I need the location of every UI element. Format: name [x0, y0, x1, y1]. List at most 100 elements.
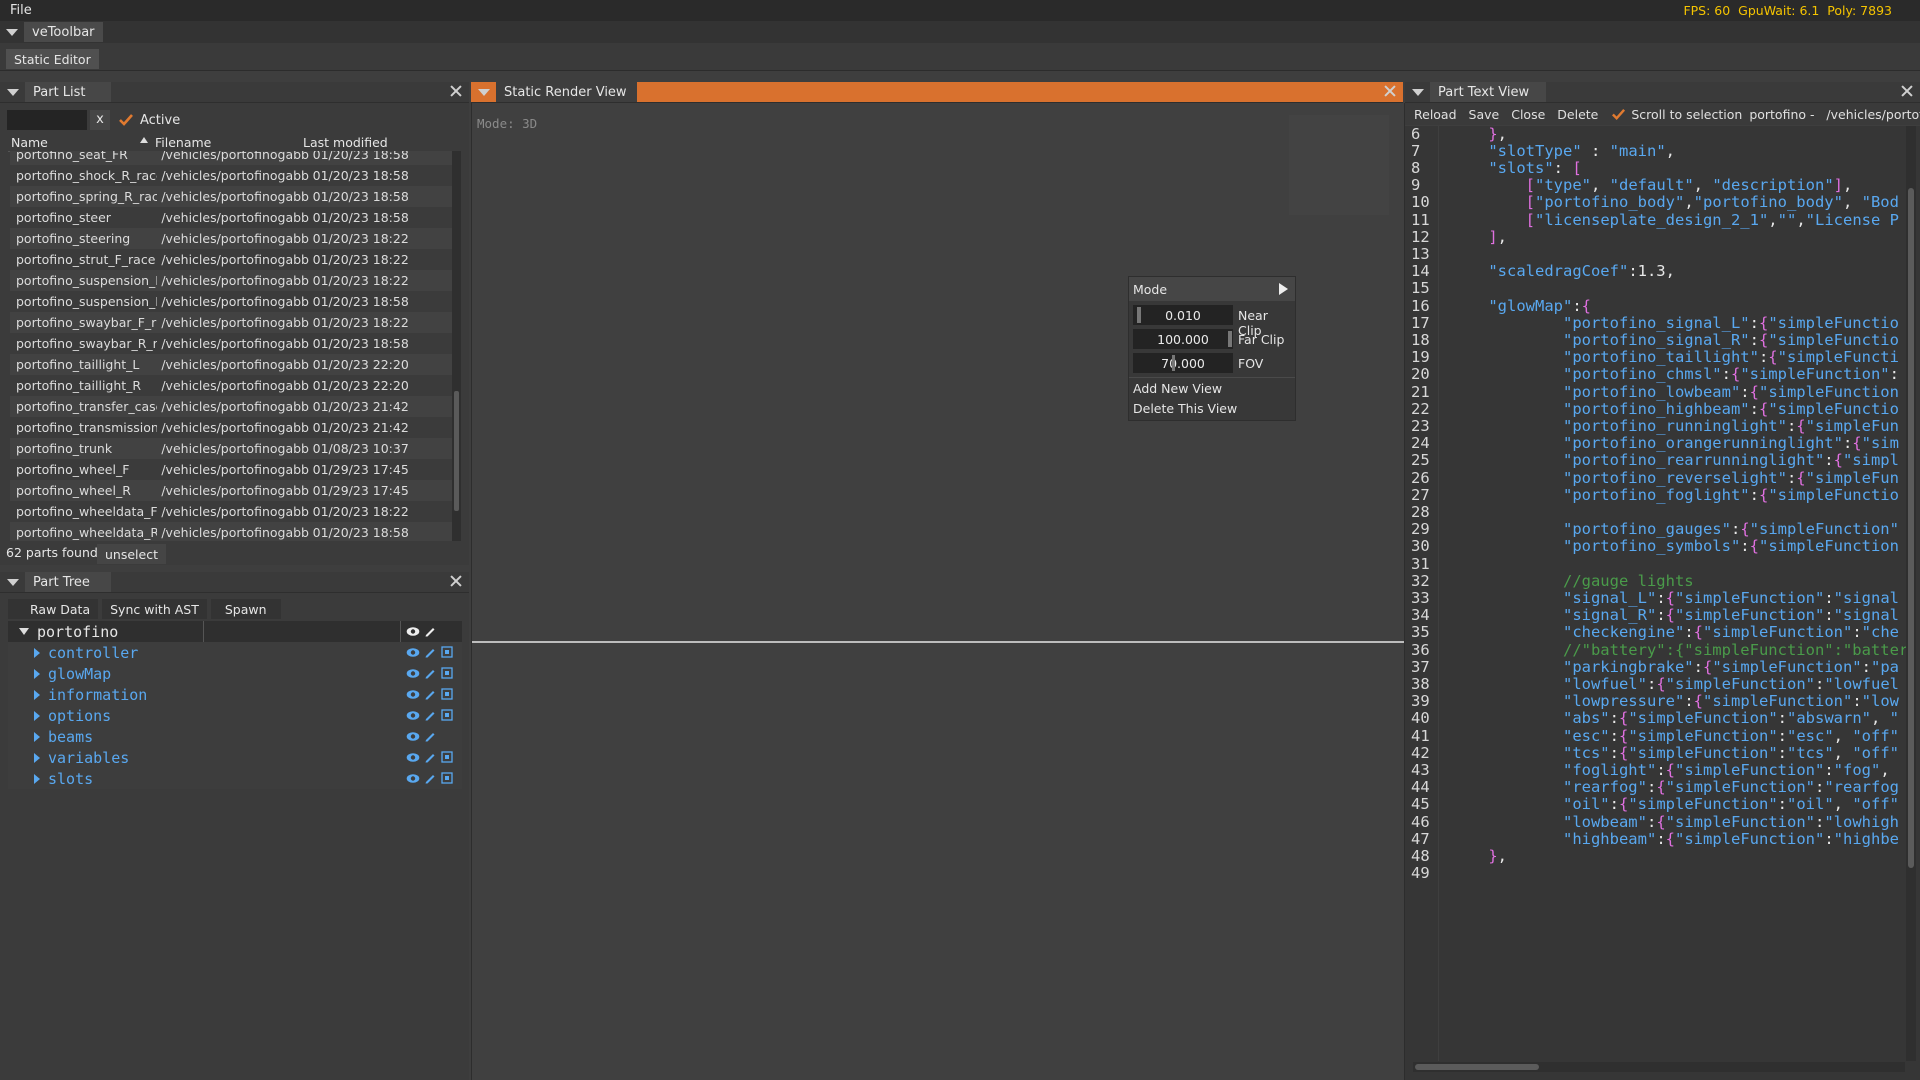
tree-node-information[interactable]: information [8, 684, 462, 705]
table-row[interactable]: portofino_wheel_R/vehicles/portofinogabb… [10, 480, 452, 501]
expand-right-icon[interactable] [34, 710, 40, 721]
close-icon[interactable] [1383, 84, 1397, 98]
fov-slider-handle[interactable] [1172, 355, 1175, 371]
expand-right-icon[interactable] [34, 773, 40, 784]
code-editor[interactable]: 6 }, 7 "slotType" : "main", 8 "slots": [9 … [1405, 126, 1920, 1080]
clear-filter-button[interactable]: x [90, 110, 110, 130]
horizontal-scrollbar[interactable] [1413, 1062, 1905, 1072]
table-row[interactable]: portofino_trunk/vehicles/portofinogabbc 0… [10, 438, 452, 459]
eye-icon[interactable] [406, 668, 420, 683]
eye-icon[interactable] [406, 710, 420, 725]
edit-pencil-icon[interactable] [424, 688, 436, 704]
eye-icon[interactable] [406, 626, 420, 641]
far-clip-field[interactable]: 100.000 [1133, 329, 1233, 349]
filter-input[interactable] [7, 110, 87, 130]
near-clip-slider-handle[interactable] [1137, 307, 1141, 323]
edit-pencil-icon[interactable] [424, 625, 436, 641]
expand-right-icon[interactable] [34, 668, 40, 679]
unselect-button[interactable]: unselect [97, 544, 166, 564]
table-row[interactable]: portofino_steer/vehicles/portofinogabbc 0… [10, 207, 452, 228]
tree-node-slots[interactable]: slots [8, 768, 462, 789]
table-row[interactable]: portofino_spring_R_race/vehicles/portofi… [10, 186, 452, 207]
table-row[interactable]: portofino_swaybar_F_rac/vehicles/portofi… [10, 312, 452, 333]
scroll-check-icon[interactable] [1611, 107, 1626, 121]
delete-button[interactable]: Delete [1557, 107, 1598, 122]
table-row[interactable]: portofino_swaybar_R_rac/vehicles/portofi… [10, 333, 452, 354]
collapse-icon[interactable] [7, 578, 19, 586]
play-arrow-icon[interactable] [1279, 283, 1288, 295]
expand-down-icon[interactable] [19, 628, 29, 635]
edit-pencil-icon[interactable] [424, 730, 436, 746]
add-new-view-item[interactable]: Add New View [1133, 381, 1222, 396]
collapse-icon[interactable] [1412, 88, 1424, 96]
fov-field[interactable]: 70.000 [1133, 353, 1233, 373]
static-editor-button[interactable]: Static Editor [6, 49, 99, 69]
horizontal-scrollbar-thumb[interactable] [1415, 1064, 1539, 1070]
table-row[interactable]: portofino_wheeldata_F/vehicles/portofino… [10, 501, 452, 522]
edit-pencil-icon[interactable] [424, 646, 436, 662]
table-row[interactable]: portofino_wheel_F/vehicles/portofinogabb… [10, 459, 452, 480]
table-row[interactable]: portofino_suspension_R/vehicles/portofin… [10, 291, 452, 312]
tree-root-row[interactable]: portofino [8, 621, 462, 642]
edit-pencil-icon[interactable] [424, 772, 436, 788]
save-button[interactable]: Save [1469, 107, 1500, 122]
reload-button[interactable]: Reload [1414, 107, 1457, 122]
close-icon[interactable] [449, 84, 463, 98]
tree-node-options[interactable]: options [8, 705, 462, 726]
delete-view-item[interactable]: Delete This View [1133, 401, 1237, 416]
eye-icon[interactable] [406, 773, 420, 788]
expand-right-icon[interactable] [34, 752, 40, 763]
scrollbar-thumb[interactable] [454, 391, 459, 511]
table-row[interactable]: portofino_wheeldata_R/vehicles/portofino… [10, 522, 452, 541]
tree-node-beams[interactable]: beams [8, 726, 462, 747]
table-view-icon[interactable] [441, 772, 453, 788]
table-view-icon[interactable] [441, 751, 453, 767]
tab-raw-data[interactable]: Raw Data [8, 599, 99, 619]
edit-pencil-icon[interactable] [424, 751, 436, 767]
column-name[interactable]: Name [8, 135, 155, 150]
table-view-icon[interactable] [441, 688, 453, 704]
expand-right-icon[interactable] [34, 647, 40, 658]
mode-row[interactable]: Mode [1129, 277, 1295, 301]
table-row[interactable]: portofino_transfer_case_/vehicles/portof… [10, 396, 452, 417]
table-scrollbar[interactable] [452, 151, 461, 541]
tab-spawn[interactable]: Spawn [210, 599, 281, 619]
active-check-icon[interactable] [118, 112, 133, 126]
tree-node-glowmap[interactable]: glowMap [8, 663, 462, 684]
table-view-icon[interactable] [441, 667, 453, 683]
close-icon[interactable] [449, 574, 463, 588]
table-row[interactable]: portofino_taillight_R/vehicles/portofino… [10, 375, 452, 396]
expand-right-icon[interactable] [34, 731, 40, 742]
eye-icon[interactable] [406, 731, 420, 746]
table-row[interactable]: portofino_seat_FR/vehicles/portofinogabb… [10, 151, 452, 165]
eye-icon[interactable] [406, 647, 420, 662]
file-menu[interactable]: File [10, 3, 32, 18]
tree-node-variables[interactable]: variables [8, 747, 462, 768]
column-modified[interactable]: Last modified [303, 135, 443, 150]
far-clip-slider-handle[interactable] [1228, 331, 1232, 347]
close-button[interactable]: Close [1511, 107, 1545, 122]
collapse-icon[interactable] [6, 28, 18, 36]
table-row[interactable]: portofino_suspension_F/vehicles/portofin… [10, 270, 452, 291]
table-view-icon[interactable] [441, 646, 453, 662]
table-row[interactable]: portofino_shock_R_race/vehicles/portofin… [10, 165, 452, 186]
close-icon[interactable] [1900, 84, 1914, 98]
collapse-icon[interactable] [7, 88, 19, 96]
tab-sync-with-ast[interactable]: Sync with AST [102, 599, 207, 619]
render-viewport[interactable]: Mode: 3D Mode 0.010 Near Clip 100.000 Fa… [471, 103, 1405, 1080]
eye-icon[interactable] [406, 689, 420, 704]
table-row[interactable]: portofino_strut_F_race/vehicles/portofin… [10, 249, 452, 270]
vertical-scrollbar-thumb[interactable] [1908, 188, 1914, 868]
table-view-icon[interactable] [441, 709, 453, 725]
near-clip-field[interactable]: 0.010 [1133, 305, 1233, 325]
expand-right-icon[interactable] [34, 689, 40, 700]
tree-node-controller[interactable]: controller [8, 642, 462, 663]
table-row[interactable]: portofino_steering/vehicles/portofinogab… [10, 228, 452, 249]
edit-pencil-icon[interactable] [424, 709, 436, 725]
table-row[interactable]: portofino_transmission_/vehicles/portofi… [10, 417, 452, 438]
vertical-scrollbar[interactable] [1906, 126, 1916, 1061]
collapse-icon[interactable] [478, 88, 490, 96]
eye-icon[interactable] [406, 752, 420, 767]
toolbar-title[interactable]: veToolbar [24, 22, 103, 42]
column-filename[interactable]: Filename [155, 135, 303, 150]
